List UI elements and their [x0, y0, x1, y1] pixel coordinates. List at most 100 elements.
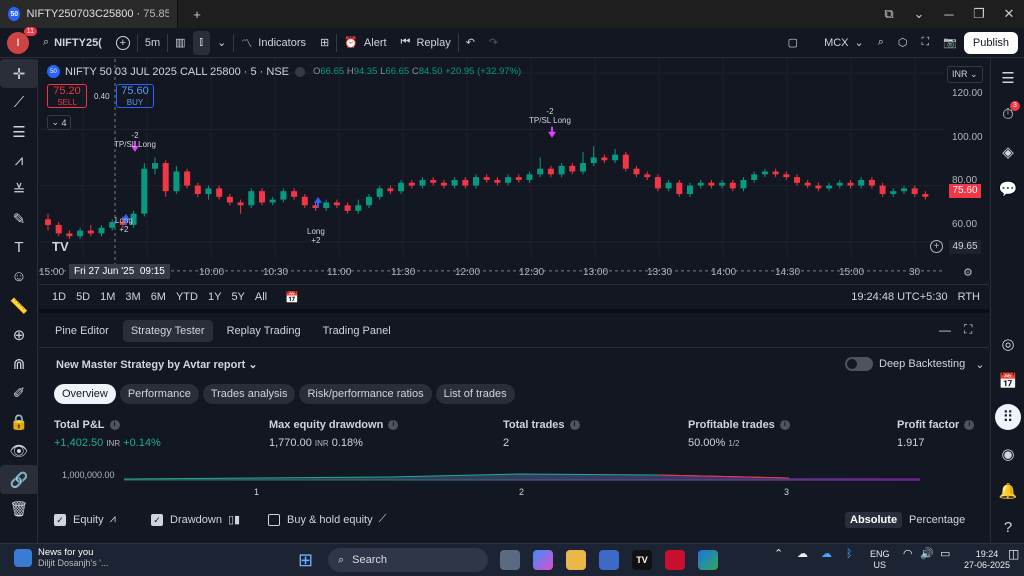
candle-body[interactable]: [740, 179, 747, 189]
candle-body[interactable]: [77, 230, 84, 237]
currency-selector[interactable]: INR ⌄: [947, 66, 983, 83]
candle-body[interactable]: [922, 194, 929, 197]
exchange-selector[interactable]: MCX ⌄: [817, 28, 871, 58]
candle-body[interactable]: [601, 157, 608, 161]
publish-button[interactable]: Publish: [963, 31, 1018, 54]
bell-icon[interactable]: 🔔: [991, 472, 1024, 509]
undo-icon[interactable]: ↶: [459, 28, 482, 58]
subtab-risk-ratios[interactable]: Risk/performance ratios: [299, 384, 432, 404]
candle-body[interactable]: [868, 179, 875, 186]
range-3m[interactable]: 3M: [120, 291, 145, 303]
candle-body[interactable]: [580, 163, 586, 172]
range-ytd[interactable]: YTD: [171, 291, 203, 303]
deep-backtesting-toggle[interactable]: Deep Backtesting ⌄: [845, 357, 984, 371]
candle-body[interactable]: [515, 177, 522, 180]
candle-body[interactable]: [783, 174, 790, 178]
candle-body[interactable]: [622, 154, 629, 169]
candle-body[interactable]: [248, 191, 255, 206]
equity-checkbox[interactable]: ✓ Equity ⩘: [54, 513, 116, 526]
wifi-icon[interactable]: ◠: [903, 549, 913, 560]
new-tab-button[interactable]: +: [182, 7, 212, 22]
candle-body[interactable]: [430, 179, 437, 183]
candle-body[interactable]: [901, 188, 907, 192]
candle-body[interactable]: [590, 157, 597, 164]
avatar[interactable]: I 11: [7, 26, 37, 54]
quick-search-icon[interactable]: ⌕: [871, 28, 891, 58]
indicators-button[interactable]: 〽 Indicators: [234, 28, 313, 58]
store-icon[interactable]: [599, 550, 619, 570]
buy-button[interactable]: 75.60 BUY: [116, 84, 154, 108]
subtab-trades-analysis[interactable]: Trades analysis: [202, 384, 296, 404]
candle-body[interactable]: [729, 182, 736, 189]
session-button[interactable]: RTH: [953, 291, 985, 303]
candle-body[interactable]: [366, 196, 372, 206]
close-button[interactable]: ✕: [994, 6, 1024, 22]
lock-drawing-icon[interactable]: ✐: [0, 378, 38, 407]
strategy-selector[interactable]: New Master Strategy by Avtar report ⌄: [56, 358, 258, 371]
candle-body[interactable]: [654, 177, 661, 189]
alerts-clock-icon[interactable]: ⏱ 3: [991, 96, 1024, 133]
candle-body[interactable]: [162, 163, 169, 192]
chart-settings-icon[interactable]: ⚙: [963, 266, 973, 279]
range-6m[interactable]: 6M: [146, 291, 171, 303]
range-5d[interactable]: 5D: [71, 291, 95, 303]
minimize-panel-icon[interactable]: —: [939, 323, 951, 337]
candle-body[interactable]: [205, 188, 212, 194]
chrome-icon[interactable]: [698, 550, 718, 570]
candle-body[interactable]: [847, 182, 854, 186]
candle-body[interactable]: [505, 177, 512, 183]
candle-body[interactable]: [173, 171, 180, 192]
restore-button[interactable]: ❐: [964, 6, 994, 22]
candles-icon[interactable]: ⫾: [192, 30, 211, 55]
mcafee-icon[interactable]: [665, 550, 685, 570]
candle-body[interactable]: [323, 202, 330, 209]
fib-icon[interactable]: ≚: [0, 175, 38, 204]
alert-button[interactable]: ⏰ Alert: [337, 28, 393, 58]
candle-body[interactable]: [526, 174, 533, 180]
candle-body[interactable]: [483, 177, 490, 180]
trendline-icon[interactable]: ⟋: [0, 88, 38, 117]
clock[interactable]: 19:24:48 UTC+5:30: [846, 291, 952, 303]
candle-body[interactable]: [462, 179, 469, 186]
candle-body[interactable]: [45, 219, 51, 225]
lock-icon[interactable]: 🔒: [0, 407, 38, 436]
chat-icon[interactable]: 💬: [991, 170, 1024, 207]
percentage-toggle[interactable]: Percentage: [904, 512, 970, 528]
price-chart[interactable]: 50 NIFTY 50 03 JUL 2025 CALL 25800 · 5 ·…: [39, 59, 989, 284]
candle-body[interactable]: [66, 233, 73, 237]
minimize-button[interactable]: ─: [934, 7, 964, 22]
layers-icon[interactable]: ◈: [991, 133, 1024, 170]
candle-body[interactable]: [344, 205, 351, 211]
candle-body[interactable]: [494, 179, 501, 183]
candle-body[interactable]: [697, 182, 704, 186]
link-icon[interactable]: 🔗: [0, 465, 38, 494]
cast-icon[interactable]: ⧉: [874, 6, 904, 22]
bluetooth-icon[interactable]: ᛒ: [846, 549, 853, 560]
candle-body[interactable]: [815, 185, 822, 189]
browser-tab[interactable]: 50 NIFTY250703C25800 · 75.85 +2: [0, 0, 178, 28]
chevron-down-icon[interactable]: ⌄: [904, 6, 934, 22]
candle-body[interactable]: [194, 185, 201, 194]
candle-body[interactable]: [569, 165, 576, 172]
zoom-in-icon[interactable]: ⊕: [0, 320, 38, 349]
candle-body[interactable]: [858, 179, 865, 186]
subtab-overview[interactable]: Overview: [54, 384, 116, 404]
file-explorer-icon[interactable]: [566, 550, 586, 570]
onedrive-icon[interactable]: ☁: [821, 549, 832, 560]
templates-icon[interactable]: ⊞: [313, 28, 336, 58]
bar-style-icon[interactable]: ▥: [168, 28, 192, 58]
candle-body[interactable]: [451, 179, 458, 186]
candle-body[interactable]: [879, 185, 886, 194]
candle-body[interactable]: [687, 185, 693, 194]
sell-button[interactable]: 75.20 SELL: [47, 84, 87, 108]
taskbar-search[interactable]: ⌕ Search: [328, 548, 488, 572]
candle-body[interactable]: [633, 168, 640, 175]
candle-body[interactable]: [537, 168, 544, 175]
news-widget[interactable]: News for you Diljit Dosanjh's '...: [14, 547, 108, 568]
buyhold-checkbox[interactable]: Buy & hold equity ⟋: [268, 513, 386, 526]
candle-body[interactable]: [547, 168, 554, 175]
calendar-icon[interactable]: 📅: [991, 362, 1024, 399]
notifications-icon[interactable]: ◫: [1008, 548, 1019, 560]
trash-icon[interactable]: 🗑: [0, 494, 38, 523]
candle-body[interactable]: [676, 182, 683, 194]
